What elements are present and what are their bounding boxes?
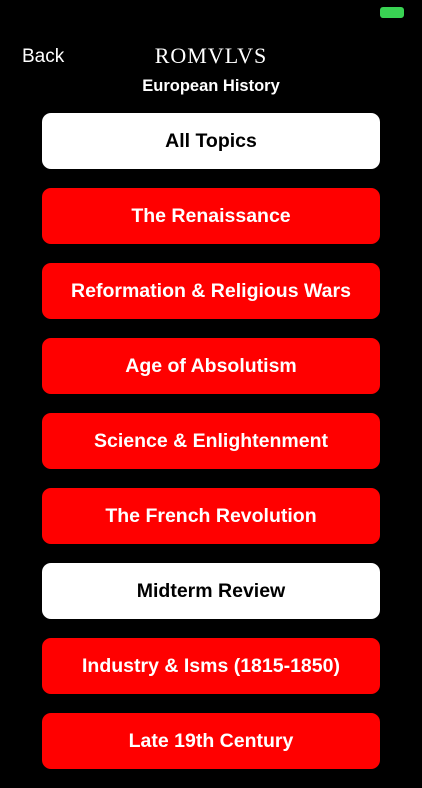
navigation-bar: Back ROMVLVS European History <box>0 40 422 100</box>
app-logo: ROMVLVS <box>154 43 268 68</box>
topic-button-midterm-review[interactable]: Midterm Review <box>42 563 380 619</box>
status-bar <box>0 0 422 28</box>
topic-button-all-topics[interactable]: All Topics <box>42 113 380 169</box>
topic-button-late-19th-century[interactable]: Late 19th Century <box>42 713 380 769</box>
topic-list: All Topics The Renaissance Reformation &… <box>42 113 380 788</box>
topic-button-enlightenment[interactable]: Science & Enlightenment <box>42 413 380 469</box>
topic-button-absolutism[interactable]: Age of Absolutism <box>42 338 380 394</box>
topic-button-renaissance[interactable]: The Renaissance <box>42 188 380 244</box>
page-title: European History <box>142 77 280 95</box>
topic-button-industry-isms[interactable]: Industry & Isms (1815-1850) <box>42 638 380 694</box>
battery-icon <box>380 7 404 18</box>
topic-button-french-revolution[interactable]: The French Revolution <box>42 488 380 544</box>
topic-button-reformation[interactable]: Reformation & Religious Wars <box>42 263 380 319</box>
